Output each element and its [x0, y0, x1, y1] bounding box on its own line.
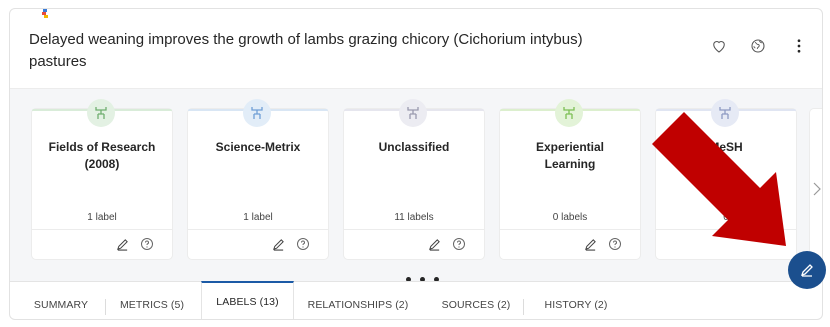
label-count: 11 labels [394, 212, 434, 223]
tab-history[interactable]: HISTORY (2) [534, 289, 618, 319]
taxonomy-icon [555, 99, 583, 127]
edit-icon[interactable] [116, 238, 129, 251]
globe-icon[interactable] [749, 37, 767, 55]
card-title-line1: Experiential [535, 140, 605, 154]
taxonomy-icon [87, 99, 115, 127]
tab-separator [523, 299, 524, 315]
publication-title-line1: Delayed weaning improves the growth of l… [29, 31, 583, 48]
card-title: MeSH [662, 139, 790, 156]
card-title: Science-Metrix [194, 139, 322, 156]
card-title: Fields of Research (2008) [38, 139, 166, 173]
label-card-unclassified[interactable]: Unclassified 11 labels [344, 99, 484, 259]
card-title-line1: Unclassified [378, 140, 450, 154]
taxonomy-icon [399, 99, 427, 127]
card-title: Experiential Learning [506, 139, 634, 173]
label-card-science-metrix[interactable]: Science-Metrix 1 label [188, 99, 328, 259]
publication-title-line2: pastures [29, 53, 87, 70]
tab-separator [105, 299, 106, 315]
label-card-mesh[interactable]: MeSH 0 [656, 99, 796, 259]
help-icon[interactable] [140, 237, 154, 251]
more-vertical-icon[interactable] [790, 37, 808, 55]
tab-summary[interactable]: SUMMARY [24, 289, 98, 319]
taxonomy-icon [711, 99, 739, 127]
edit-icon[interactable] [428, 238, 441, 251]
help-icon[interactable] [296, 237, 310, 251]
card-title-line2: (2008) [84, 157, 120, 171]
card-footer-divider [32, 229, 172, 230]
card-title-line1: MeSH [709, 140, 743, 154]
floating-edit-button[interactable] [788, 251, 826, 289]
help-icon[interactable] [452, 237, 466, 251]
tab-relationships[interactable]: RELATIONSHIPS (2) [302, 289, 414, 319]
edit-icon[interactable] [272, 238, 285, 251]
label-count: 1 label [243, 212, 273, 223]
label-card-fields-of-research[interactable]: Fields of Research (2008) 1 label [32, 99, 172, 259]
label-count: 0 [723, 212, 729, 223]
card-footer-divider [500, 229, 640, 230]
card-title-line1: Science-Metrix [215, 140, 301, 154]
publication-title[interactable]: Delayed weaning improves the growth of l… [29, 29, 639, 73]
label-count: 0 labels [552, 212, 588, 223]
tab-labels[interactable]: LABELS (13) [201, 281, 294, 319]
label-count: 1 label [87, 212, 117, 223]
edit-icon [800, 264, 813, 277]
publication-card: Delayed weaning improves the growth of l… [9, 8, 823, 320]
tab-metrics[interactable]: METRICS (5) [112, 289, 192, 319]
card-title: Unclassified [350, 139, 478, 156]
card-footer-divider [656, 229, 796, 230]
heart-icon[interactable] [710, 37, 728, 55]
tab-sources[interactable]: SOURCES (2) [436, 289, 516, 319]
chevron-right-icon[interactable] [810, 169, 823, 209]
taxonomy-icon [243, 99, 271, 127]
tabs-divider [10, 281, 822, 282]
card-footer-divider [344, 229, 484, 230]
card-title-line1: Fields of Research [48, 140, 156, 154]
app-logo-icon [42, 9, 48, 18]
label-card-experiential-learning[interactable]: Experiential Learning 0 labels [500, 99, 640, 259]
edit-icon[interactable] [584, 238, 597, 251]
card-footer-divider [188, 229, 328, 230]
help-icon[interactable] [608, 237, 622, 251]
card-title-line2: Learning [544, 157, 596, 171]
